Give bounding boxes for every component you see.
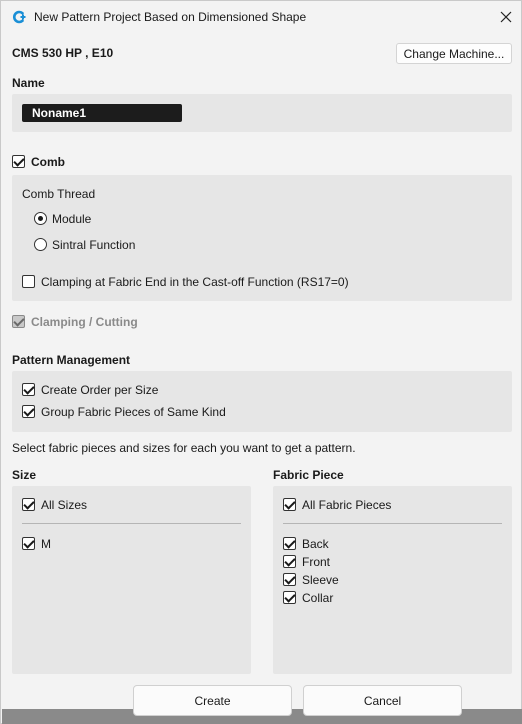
fabric-sleeve-label: Sleeve <box>302 573 339 587</box>
create-order-label: Create Order per Size <box>41 383 159 397</box>
machine-label: CMS 530 HP , E10 <box>12 46 114 60</box>
pattern-management-panel <box>12 371 512 432</box>
size-m-checkbox[interactable] <box>22 537 35 550</box>
comb-checkbox[interactable] <box>12 155 25 168</box>
fabric-front-label: Front <box>302 555 331 569</box>
clamping-cutting-label: Clamping / Cutting <box>31 315 138 329</box>
instructions-text: Select fabric pieces and sizes for each … <box>12 441 356 455</box>
change-machine-button[interactable]: Change Machine... <box>396 43 512 64</box>
clamping-fabric-end-label: Clamping at Fabric End in the Cast-off F… <box>41 275 349 289</box>
all-sizes-label: All Sizes <box>41 498 88 512</box>
fabric-piece-heading: Fabric Piece <box>273 468 344 482</box>
fabric-separator <box>283 523 502 524</box>
size-separator <box>22 523 241 524</box>
comb-label: Comb <box>31 155 65 169</box>
fabric-collar-checkbox[interactable] <box>283 591 296 604</box>
clamping-cutting-checkbox[interactable] <box>12 315 25 328</box>
create-button[interactable]: Create <box>133 685 292 716</box>
cancel-button[interactable]: Cancel <box>303 685 462 716</box>
comb-thread-heading: Comb Thread <box>22 187 96 201</box>
group-fabric-label: Group Fabric Pieces of Same Kind <box>41 405 226 419</box>
radio-module-label: Module <box>52 212 92 226</box>
all-sizes-checkbox[interactable] <box>22 498 35 511</box>
size-heading: Size <box>12 468 37 482</box>
window-title: New Pattern Project Based on Dimensioned… <box>34 10 307 24</box>
app-logo-icon <box>13 10 26 24</box>
radio-module[interactable] <box>34 212 47 225</box>
radio-sintral-function[interactable] <box>34 238 47 251</box>
create-order-checkbox[interactable] <box>22 383 35 396</box>
fabric-back-label: Back <box>302 537 329 551</box>
size-panel <box>12 486 251 674</box>
pattern-management-heading: Pattern Management <box>12 353 131 367</box>
radio-sintral-label: Sintral Function <box>52 238 136 252</box>
size-m-label: M <box>41 537 51 551</box>
fabric-front-checkbox[interactable] <box>283 555 296 568</box>
group-fabric-checkbox[interactable] <box>22 405 35 418</box>
all-fabric-pieces-checkbox[interactable] <box>283 498 296 511</box>
title-bar: New Pattern Project Based on Dimensioned… <box>1 1 521 33</box>
fabric-sleeve-checkbox[interactable] <box>283 573 296 586</box>
name-input[interactable]: Noname1 <box>22 104 182 122</box>
fabric-back-checkbox[interactable] <box>283 537 296 550</box>
fabric-collar-label: Collar <box>302 591 334 605</box>
dialog-window: New Pattern Project Based on Dimensioned… <box>0 0 522 724</box>
all-fabric-pieces-label: All Fabric Pieces <box>302 498 392 512</box>
close-icon <box>500 11 512 23</box>
clamping-fabric-end-checkbox[interactable] <box>22 275 35 288</box>
close-button[interactable] <box>491 1 521 33</box>
name-heading: Name <box>12 76 45 90</box>
